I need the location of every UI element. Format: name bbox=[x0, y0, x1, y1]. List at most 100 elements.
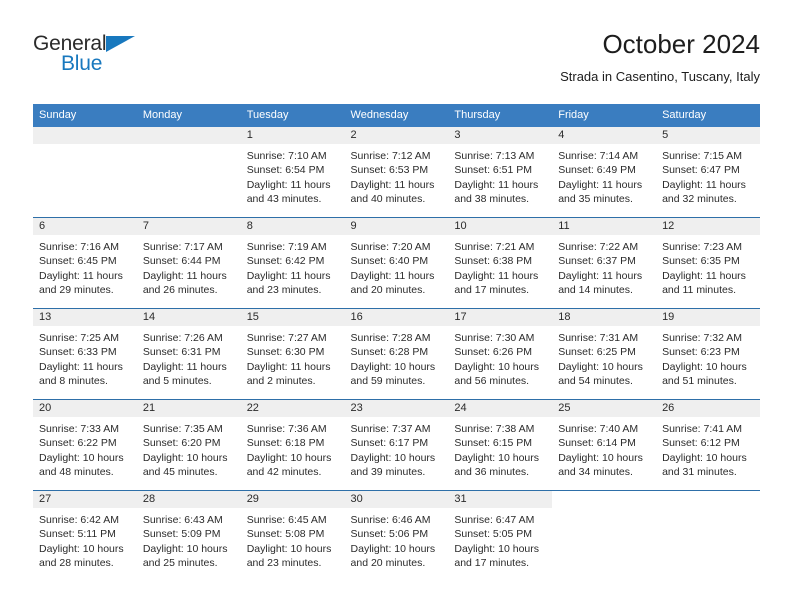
sunrise-text: Sunrise: 7:35 AM bbox=[142, 423, 223, 435]
calendar-day-cell[interactable]: 23 Sunrise: 7:37 AM Sunset: 6:17 PM Dayligh… bbox=[344, 400, 449, 490]
calendar-day-cell[interactable]: 21 Sunrise: 7:35 AM Sunset: 6:20 PM Dayligh… bbox=[136, 400, 241, 490]
daylight-text-line2: and 32 minutes. bbox=[662, 193, 737, 206]
day-details: Sunrise: 7:16 AM Sunset: 6:45 PM Daylight:… bbox=[33, 235, 137, 298]
daylight-text-line1: Daylight: 10 hours bbox=[454, 360, 540, 373]
daylight-text-line2: and 23 minutes. bbox=[246, 284, 322, 297]
sunset-text: Sunset: 6:23 PM bbox=[662, 346, 740, 359]
calendar-day-cell[interactable]: 17 Sunrise: 7:30 AM Sunset: 6:26 PM Dayligh… bbox=[448, 309, 553, 399]
page-header: General Blue October 2024 Strada in Case… bbox=[33, 28, 760, 96]
day-details: Sunrise: 6:43 AM Sunset: 5:09 PM Daylight:… bbox=[137, 508, 241, 571]
sunset-text: Sunset: 6:33 PM bbox=[39, 346, 117, 359]
daylight-text-line1: Daylight: 11 hours bbox=[142, 269, 227, 282]
day-number: 10 bbox=[448, 218, 553, 235]
daylight-text-line2: and 40 minutes. bbox=[350, 193, 426, 206]
day-number: 22 bbox=[240, 400, 345, 417]
sunrise-text: Sunrise: 7:30 AM bbox=[454, 332, 535, 344]
calendar-day-cell[interactable]: 9 Sunrise: 7:20 AM Sunset: 6:40 PM Daylight… bbox=[344, 218, 449, 308]
sunrise-text: Sunrise: 6:46 AM bbox=[350, 514, 431, 526]
day-details: Sunrise: 7:17 AM Sunset: 6:44 PM Daylight:… bbox=[137, 235, 241, 298]
sunset-text: Sunset: 6:14 PM bbox=[558, 437, 636, 450]
daylight-text-line2: and 56 minutes. bbox=[454, 375, 530, 388]
day-number: 24 bbox=[448, 400, 553, 417]
calendar-day-cell[interactable]: 4 Sunrise: 7:14 AM Sunset: 6:49 PM Daylight… bbox=[552, 127, 657, 217]
calendar-day-cell[interactable]: 11 Sunrise: 7:22 AM Sunset: 6:37 PM Dayligh… bbox=[552, 218, 657, 308]
sunset-text: Sunset: 5:05 PM bbox=[454, 528, 533, 541]
daylight-text-line1: Daylight: 10 hours bbox=[142, 542, 228, 555]
calendar-day-cell[interactable]: 30 Sunrise: 6:46 AM Sunset: 5:06 PM Dayligh… bbox=[344, 491, 449, 581]
calendar-day-cell[interactable]: 16 Sunrise: 7:28 AM Sunset: 6:28 PM Dayligh… bbox=[344, 309, 449, 399]
sunset-text: Sunset: 6:12 PM bbox=[662, 437, 740, 450]
daylight-text-line2: and 36 minutes. bbox=[454, 466, 530, 479]
day-number: 12 bbox=[656, 218, 760, 235]
sunrise-text: Sunrise: 7:23 AM bbox=[662, 241, 743, 253]
day-details: Sunrise: 6:46 AM Sunset: 5:06 PM Daylight:… bbox=[345, 508, 449, 571]
sunset-text: Sunset: 6:37 PM bbox=[558, 255, 636, 268]
general-blue-logo[interactable]: General Blue bbox=[33, 32, 263, 88]
day-number bbox=[656, 491, 760, 508]
day-number: 13 bbox=[33, 309, 137, 326]
sunrise-text: Sunrise: 7:31 AM bbox=[558, 332, 639, 344]
calendar-day-cell[interactable]: 25 Sunrise: 7:40 AM Sunset: 6:14 PM Dayligh… bbox=[552, 400, 657, 490]
daylight-text-line1: Daylight: 11 hours bbox=[454, 178, 539, 191]
calendar-day-cell[interactable]: 12 Sunrise: 7:23 AM Sunset: 6:35 PM Dayligh… bbox=[656, 218, 760, 308]
calendar-day-cell[interactable]: 3 Sunrise: 7:13 AM Sunset: 6:51 PM Daylight… bbox=[448, 127, 553, 217]
sunset-text: Sunset: 6:18 PM bbox=[246, 437, 325, 450]
daylight-text-line1: Daylight: 11 hours bbox=[246, 269, 331, 282]
day-number: 28 bbox=[136, 491, 241, 508]
day-details: Sunrise: 7:27 AM Sunset: 6:30 PM Daylight:… bbox=[241, 326, 345, 389]
calendar-day-cell[interactable]: 31 Sunrise: 6:47 AM Sunset: 5:05 PM Dayligh… bbox=[448, 491, 553, 581]
day-number: 26 bbox=[656, 400, 760, 417]
day-details: Sunrise: 7:40 AM Sunset: 6:14 PM Daylight:… bbox=[552, 417, 656, 480]
calendar-day-cell[interactable]: 13 Sunrise: 7:25 AM Sunset: 6:33 PM Dayligh… bbox=[33, 309, 137, 399]
daylight-text-line1: Daylight: 11 hours bbox=[558, 178, 643, 191]
daylight-text-line1: Daylight: 10 hours bbox=[558, 451, 643, 464]
sunset-text: Sunset: 5:09 PM bbox=[142, 528, 221, 541]
daylight-text-line1: Daylight: 10 hours bbox=[246, 451, 332, 464]
daylight-text-line2: and 35 minutes. bbox=[558, 193, 633, 206]
day-details: Sunrise: 7:22 AM Sunset: 6:37 PM Daylight:… bbox=[552, 235, 656, 298]
sunrise-text: Sunrise: 7:21 AM bbox=[454, 241, 535, 253]
daylight-text-line1: Daylight: 10 hours bbox=[350, 360, 436, 373]
calendar-day-cell[interactable]: 24 Sunrise: 7:38 AM Sunset: 6:15 PM Dayligh… bbox=[448, 400, 553, 490]
daylight-text-line2: and 11 minutes. bbox=[662, 284, 736, 297]
calendar-day-cell[interactable]: 7 Sunrise: 7:17 AM Sunset: 6:44 PM Daylight… bbox=[136, 218, 241, 308]
daylight-text-line1: Daylight: 11 hours bbox=[454, 269, 539, 282]
calendar-day-cell[interactable]: 27 Sunrise: 6:42 AM Sunset: 5:11 PM Dayligh… bbox=[33, 491, 137, 581]
day-number: 9 bbox=[344, 218, 449, 235]
sunset-text: Sunset: 6:51 PM bbox=[454, 164, 533, 177]
sunrise-text: Sunrise: 7:37 AM bbox=[350, 423, 431, 435]
calendar-day-cell[interactable]: 1 Sunrise: 7:10 AM Sunset: 6:54 PM Daylight… bbox=[240, 127, 345, 217]
day-details: Sunrise: 7:41 AM Sunset: 6:12 PM Daylight:… bbox=[656, 417, 760, 480]
calendar-day-cell[interactable]: 10 Sunrise: 7:21 AM Sunset: 6:38 PM Dayligh… bbox=[448, 218, 553, 308]
calendar-day-cell[interactable]: 20 Sunrise: 7:33 AM Sunset: 6:22 PM Dayligh… bbox=[33, 400, 137, 490]
calendar-day-cell[interactable]: 6 Sunrise: 7:16 AM Sunset: 6:45 PM Daylight… bbox=[33, 218, 137, 308]
daylight-text-line2: and 17 minutes. bbox=[454, 284, 530, 297]
daylight-text-line1: Daylight: 11 hours bbox=[350, 269, 435, 282]
daylight-text-line2: and 43 minutes. bbox=[246, 193, 322, 206]
calendar-day-cell-empty bbox=[656, 491, 760, 581]
calendar-day-cell[interactable]: 19 Sunrise: 7:32 AM Sunset: 6:23 PM Dayligh… bbox=[656, 309, 760, 399]
sunrise-text: Sunrise: 7:17 AM bbox=[142, 241, 223, 253]
calendar-day-cell[interactable]: 15 Sunrise: 7:27 AM Sunset: 6:30 PM Dayligh… bbox=[240, 309, 345, 399]
sunset-text: Sunset: 5:06 PM bbox=[350, 528, 429, 541]
calendar-day-cell[interactable]: 14 Sunrise: 7:26 AM Sunset: 6:31 PM Dayligh… bbox=[136, 309, 241, 399]
calendar-day-cell[interactable]: 18 Sunrise: 7:31 AM Sunset: 6:25 PM Dayligh… bbox=[552, 309, 657, 399]
day-number: 17 bbox=[448, 309, 553, 326]
calendar-day-cell[interactable]: 2 Sunrise: 7:12 AM Sunset: 6:53 PM Daylight… bbox=[344, 127, 449, 217]
day-number: 25 bbox=[552, 400, 657, 417]
calendar-day-cell[interactable]: 22 Sunrise: 7:36 AM Sunset: 6:18 PM Dayligh… bbox=[240, 400, 345, 490]
calendar-week-row: 13 Sunrise: 7:25 AM Sunset: 6:33 PM Dayligh… bbox=[33, 308, 760, 399]
daylight-text-line1: Daylight: 11 hours bbox=[39, 360, 123, 373]
day-number: 21 bbox=[136, 400, 241, 417]
calendar-day-cell[interactable]: 26 Sunrise: 7:41 AM Sunset: 6:12 PM Dayligh… bbox=[656, 400, 760, 490]
calendar-day-cell[interactable]: 5 Sunrise: 7:15 AM Sunset: 6:47 PM Daylight… bbox=[656, 127, 760, 217]
sunset-text: Sunset: 6:40 PM bbox=[350, 255, 429, 268]
calendar-day-cell[interactable]: 28 Sunrise: 6:43 AM Sunset: 5:09 PM Dayligh… bbox=[136, 491, 241, 581]
calendar-day-cell[interactable]: 29 Sunrise: 6:45 AM Sunset: 5:08 PM Dayligh… bbox=[240, 491, 345, 581]
day-number bbox=[33, 127, 137, 144]
day-details: Sunrise: 7:15 AM Sunset: 6:47 PM Daylight:… bbox=[656, 144, 760, 207]
calendar-day-cell[interactable]: 8 Sunrise: 7:19 AM Sunset: 6:42 PM Daylight… bbox=[240, 218, 345, 308]
daylight-text-line1: Daylight: 11 hours bbox=[350, 178, 435, 191]
weekday-header-wednesday: Wednesday bbox=[350, 109, 409, 121]
sunset-text: Sunset: 6:30 PM bbox=[246, 346, 325, 359]
